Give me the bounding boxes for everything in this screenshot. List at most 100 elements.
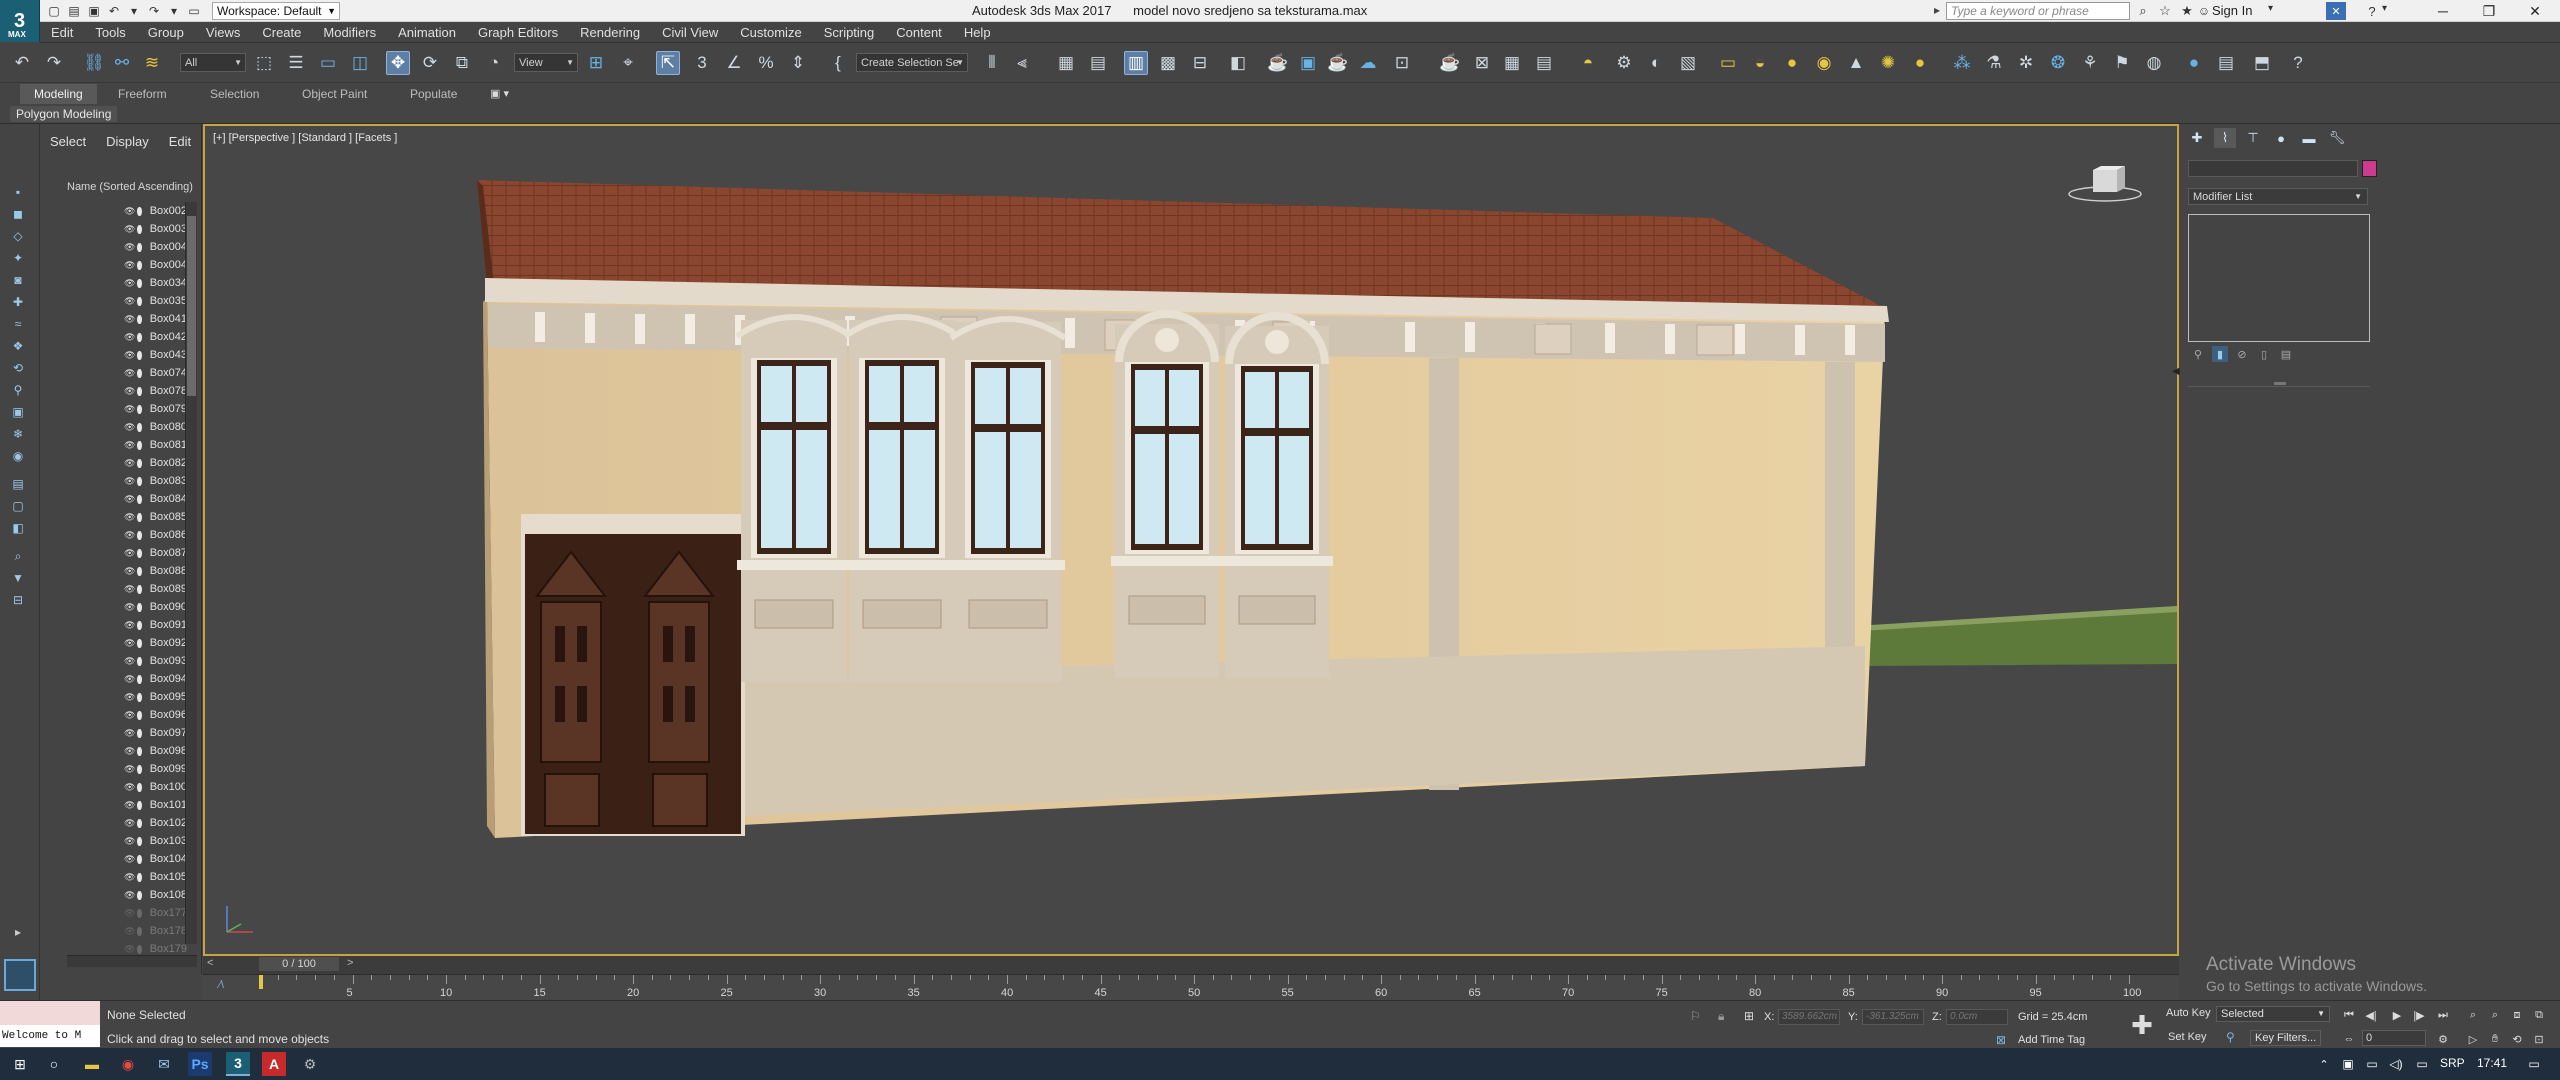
absolute-mode-icon[interactable]: ⊞: [1744, 1009, 1754, 1023]
menu-group[interactable]: Group: [137, 22, 195, 43]
show-end-result-icon[interactable]: ▮: [2212, 346, 2228, 362]
explorer-display-none-icon[interactable]: ▪: [9, 184, 27, 200]
chevron-down-icon[interactable]: ▾: [2268, 3, 2273, 14]
volume-icon[interactable]: ◁): [2384, 1052, 2408, 1076]
favorites-icon[interactable]: ★: [2178, 2, 2196, 20]
mini-curve-editor-icon[interactable]: ⁄\: [219, 979, 224, 991]
vray-dome-icon[interactable]: ◒: [1748, 51, 1772, 75]
select-and-place-icon[interactable]: ◔: [482, 51, 506, 75]
menu-edit[interactable]: Edit: [40, 22, 84, 43]
reference-coordinate-dropdown[interactable]: View ▼: [514, 53, 578, 72]
visibility-eye-icon[interactable]: 👁︎: [124, 242, 135, 253]
redo-dropdown-icon[interactable]: ▾: [164, 2, 184, 20]
maxscript-output[interactable]: Welcome to M: [0, 1025, 100, 1047]
isolate-selection-icon[interactable]: ⚐: [1690, 1009, 1701, 1023]
list-item[interactable]: 👁︎ Box084: [67, 490, 187, 508]
snap-toggle-icon[interactable]: 3: [690, 51, 714, 75]
menu-scripting[interactable]: Scripting: [813, 22, 886, 43]
angle-snap-icon[interactable]: ∠: [722, 51, 746, 75]
notifications-icon[interactable]: ▭: [2522, 1052, 2546, 1076]
key-mode-toggle-icon[interactable]: ⇔: [2340, 1031, 2358, 1047]
visibility-eye-icon[interactable]: 👁︎: [124, 656, 135, 667]
list-item[interactable]: 👁︎ Box081: [67, 436, 187, 454]
network-icon[interactable]: ▭: [2360, 1052, 2384, 1076]
list-item[interactable]: 👁︎ Box043: [67, 346, 187, 364]
time-configuration-icon[interactable]: ⚙: [2434, 1031, 2452, 1047]
list-item[interactable]: 👁︎ Box102: [67, 814, 187, 832]
visibility-eye-icon[interactable]: 👁︎: [124, 890, 135, 901]
named-selection-dropdown[interactable]: Create Selection Se ▼: [856, 53, 968, 72]
explorer-cameras-icon[interactable]: ◙: [9, 272, 27, 288]
vray-material-icon[interactable]: ▤: [1532, 51, 1556, 75]
vray-light-icon[interactable]: ◓: [1576, 51, 1600, 75]
menu-animation[interactable]: Animation: [387, 22, 467, 43]
explorer-sync-icon[interactable]: ⊟: [9, 592, 27, 608]
list-item[interactable]: 👁︎ Box101: [67, 796, 187, 814]
menu-customize[interactable]: Customize: [729, 22, 812, 43]
start-icon[interactable]: ⊞: [8, 1052, 32, 1076]
list-item[interactable]: 👁︎ Box089: [67, 580, 187, 598]
project-folder-icon[interactable]: ▭: [184, 2, 204, 20]
explorer-geometry-icon[interactable]: ◼: [9, 206, 27, 222]
clock[interactable]: 17:41: [2477, 1056, 2507, 1070]
undo-icon[interactable]: ↶: [10, 51, 34, 75]
list-item[interactable]: 👁︎ Box104: [67, 850, 187, 868]
explorer-invert-icon[interactable]: ◧: [9, 520, 27, 536]
scrollbar-thumb[interactable]: [187, 216, 196, 396]
percent-snap-icon[interactable]: %: [754, 51, 778, 75]
vray-debug-icon[interactable]: ◍: [2142, 51, 2166, 75]
user-icon[interactable]: ☺: [2196, 2, 2212, 20]
visibility-eye-icon[interactable]: 👁︎: [124, 926, 135, 937]
visibility-eye-icon[interactable]: 👁︎: [124, 764, 135, 775]
list-item[interactable]: 👁︎ Box097: [67, 724, 187, 742]
utilities-tab-icon[interactable]: 🔧︎: [2326, 128, 2348, 148]
edit-named-selection-icon[interactable]: {: [826, 51, 850, 75]
auto-key-button[interactable]: Auto Key: [2166, 1007, 2211, 1019]
list-item[interactable]: 👁︎ Box004: [67, 238, 187, 256]
rectangular-selection-icon[interactable]: ▭: [316, 51, 340, 75]
visibility-eye-icon[interactable]: 👁︎: [124, 872, 135, 883]
viewcube-icon[interactable]: [2065, 164, 2145, 204]
3dsmax-icon[interactable]: 3: [226, 1052, 250, 1076]
keyboard-shortcut-override-icon[interactable]: ⌖: [616, 51, 640, 75]
visibility-eye-icon[interactable]: 👁︎: [124, 260, 135, 271]
vray-spot-icon[interactable]: ▲: [1844, 51, 1868, 75]
menu-graph-editors[interactable]: Graph Editors: [467, 22, 569, 43]
visibility-eye-icon[interactable]: 👁︎: [124, 386, 135, 397]
list-item[interactable]: 👁︎ Box179: [67, 940, 187, 954]
undo-icon[interactable]: ↶: [104, 2, 124, 20]
list-item[interactable]: 👁︎ Box002: [67, 202, 187, 220]
select-and-move-icon[interactable]: ✥: [386, 51, 410, 75]
menu-create[interactable]: Create: [251, 22, 312, 43]
bind-space-warp-icon[interactable]: ≋: [140, 51, 164, 75]
explorer-find-icon[interactable]: ⌕: [9, 548, 27, 564]
render-in-cloud-icon[interactable]: ☁: [1356, 51, 1380, 75]
vray-fur-icon[interactable]: ⁂: [1950, 51, 1974, 75]
vray-clipper-icon[interactable]: ✲: [2014, 51, 2038, 75]
select-by-name-icon[interactable]: ☰: [284, 51, 308, 75]
selection-lock-toggle-icon[interactable]: 🔒︎: [1718, 1009, 1724, 1024]
visibility-eye-icon[interactable]: 👁︎: [124, 314, 135, 325]
maxscript-listener-input[interactable]: [0, 1001, 100, 1025]
menu-tools[interactable]: Tools: [84, 22, 136, 43]
visibility-eye-icon[interactable]: 👁︎: [124, 620, 135, 631]
y-coordinate-field[interactable]: -361.325cm: [1862, 1009, 1924, 1025]
window-crossing-icon[interactable]: ◫: [348, 51, 372, 75]
chrome-icon[interactable]: ◉: [116, 1052, 140, 1076]
list-item[interactable]: 👁︎ Box087: [67, 544, 187, 562]
list-item[interactable]: 👁︎ Box095: [67, 688, 187, 706]
visibility-eye-icon[interactable]: 👁︎: [124, 224, 135, 235]
explorer-horizontal-scrollbar[interactable]: [67, 955, 197, 967]
ribbon-toggle-icon[interactable]: ▤: [1086, 51, 1110, 75]
visibility-eye-icon[interactable]: 👁︎: [124, 368, 135, 379]
communication-center-icon[interactable]: ☆: [2156, 2, 2174, 20]
visibility-eye-icon[interactable]: 👁︎: [124, 494, 135, 505]
vray-frame-buffer-icon[interactable]: ☕: [1438, 51, 1462, 75]
visibility-eye-icon[interactable]: 👁︎: [124, 296, 135, 307]
schematic-view-icon[interactable]: ⊟: [1188, 51, 1212, 75]
list-item[interactable]: 👁︎ Box178: [67, 922, 187, 940]
x-coordinate-field[interactable]: 3589.662cm: [1778, 1009, 1840, 1025]
display-tab-icon[interactable]: ▬: [2298, 128, 2320, 148]
visibility-eye-icon[interactable]: 👁︎: [124, 548, 135, 559]
key-set-dropdown[interactable]: Selected ▼: [2216, 1006, 2330, 1022]
